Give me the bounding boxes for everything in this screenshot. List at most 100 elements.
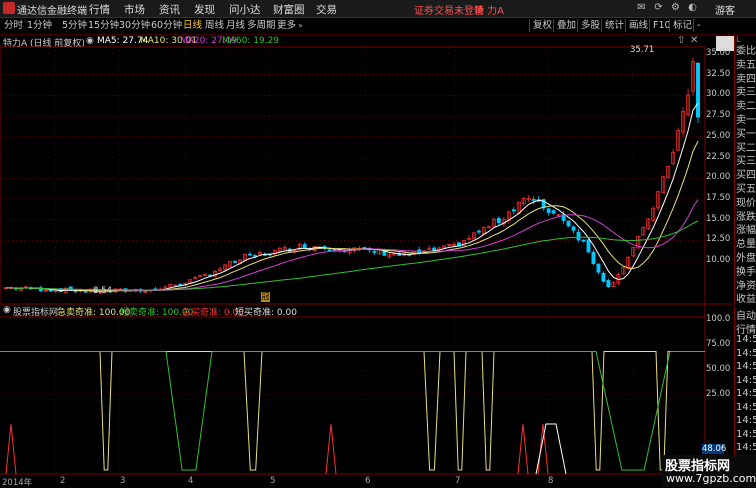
buy-signal-spike bbox=[5, 423, 17, 475]
quote-field-label: 换手 bbox=[736, 266, 756, 278]
period-tab[interactable]: 15分钟 bbox=[87, 19, 120, 32]
candle-body bbox=[546, 208, 551, 213]
buy-signal-spike bbox=[325, 423, 337, 475]
mail-icon[interactable]: ✉ bbox=[635, 1, 648, 14]
period-tab[interactable]: 5分钟 bbox=[61, 19, 88, 32]
buy-signal-spike bbox=[537, 423, 549, 475]
ma20-line bbox=[6, 199, 699, 292]
candle-body bbox=[696, 62, 700, 118]
toolbar-button[interactable]: 统计 bbox=[601, 19, 624, 32]
month-label: 5 bbox=[270, 476, 276, 486]
indicator-toggle-icon[interactable]: ◉ bbox=[3, 305, 11, 315]
price-tick-label: 35.00 bbox=[706, 48, 731, 58]
candle-body bbox=[571, 226, 576, 231]
quote-field-label: 买二 bbox=[736, 142, 756, 154]
short-buy-spike bbox=[535, 423, 567, 475]
toolbar-button[interactable]: 画线 bbox=[625, 19, 648, 32]
buy-signal-spike bbox=[517, 423, 529, 475]
toolbar-button[interactable]: - bbox=[693, 19, 700, 32]
signal-spikes bbox=[5, 423, 567, 475]
period-toolbar: 分时 1分钟 5分钟 15分钟 30分钟 60分钟 日线 周线 月线 多周期 更… bbox=[0, 18, 756, 51]
skin-icon[interactable]: ◐ bbox=[686, 1, 699, 14]
toolbar-button[interactable]: F10 bbox=[649, 19, 671, 32]
refresh-icon[interactable]: ⟳ bbox=[652, 1, 665, 14]
candle-body bbox=[327, 249, 332, 252]
period-tab[interactable]: 月线 bbox=[225, 19, 246, 32]
menu-discover[interactable]: 发现 bbox=[194, 2, 215, 17]
period-tab[interactable]: 多周期 bbox=[246, 19, 277, 32]
short-sell-line bbox=[0, 350, 705, 471]
indicator-name[interactable]: 股票指标网 bbox=[13, 305, 58, 318]
kline-chart[interactable] bbox=[0, 34, 734, 475]
toolbar-button[interactable]: 复权 bbox=[529, 19, 552, 32]
month-label: 3 bbox=[120, 476, 126, 486]
candle-body bbox=[511, 209, 516, 212]
candle-body bbox=[178, 283, 183, 286]
tick-panel: 自动 行情 14:5 14:5 14:5 14:5 14:5 14:5 14:5 14:5 14:5… bbox=[734, 305, 756, 467]
ma10-line bbox=[6, 140, 699, 292]
candle-body bbox=[476, 230, 481, 233]
candle-body bbox=[252, 255, 257, 257]
settings-icon[interactable]: ⚙ bbox=[669, 1, 682, 14]
indicator-tick-label: 50.00 bbox=[706, 364, 731, 374]
toolbar-button[interactable]: 叠加 bbox=[553, 19, 576, 32]
app-name: 通达信金融终端 bbox=[17, 6, 87, 17]
indicator-lines bbox=[0, 350, 705, 471]
period-tab[interactable]: 30分钟 bbox=[118, 19, 151, 32]
period-tab-active[interactable]: 日线 bbox=[182, 19, 203, 32]
candle-body bbox=[601, 272, 606, 282]
quote-field-label: 卖二 bbox=[736, 101, 756, 113]
quote-field-label: 卖四 bbox=[736, 73, 756, 85]
candle-body bbox=[342, 250, 347, 253]
price-tick-label: 12.50 bbox=[706, 234, 731, 245]
candles bbox=[4, 57, 700, 295]
current-stock: 特 力A bbox=[474, 6, 505, 17]
guest-label[interactable]: 游客 bbox=[715, 2, 735, 17]
candle-body bbox=[576, 231, 581, 241]
candle-body bbox=[496, 218, 501, 223]
month-label: 2 bbox=[60, 476, 66, 486]
quote-field-label: 净资 bbox=[736, 280, 756, 292]
candle-body bbox=[247, 253, 252, 256]
menu-assistant[interactable]: 问小达 bbox=[229, 2, 261, 17]
price-tick-label: 27.50 bbox=[706, 110, 731, 121]
menu-quotes[interactable]: 行情 bbox=[89, 2, 110, 17]
quote-panel: L 委比 卖五 卖四 卖三 卖二 卖一 买一 买二 买三 买四 买五 现价 涨跌 涨幅 总量 外盘 换手 净资 收益 bbox=[734, 35, 756, 305]
candle-body bbox=[531, 199, 536, 201]
menu-wealth[interactable]: 财富圈 bbox=[273, 2, 305, 17]
price-tick-label: 20.00 bbox=[706, 172, 731, 183]
event-marker-icon[interactable]: 冠 bbox=[261, 292, 270, 302]
candle-body bbox=[83, 290, 88, 293]
quote-field-label: 委比 bbox=[736, 46, 756, 57]
quote-field-label: 总量 bbox=[736, 239, 756, 251]
more-arrow-icon[interactable]: » bbox=[298, 21, 303, 30]
period-tab[interactable]: 60分钟 bbox=[150, 19, 183, 32]
candle-body bbox=[233, 260, 237, 263]
menu-trade[interactable]: 交易 bbox=[316, 2, 337, 17]
price-tick-label: 17.50 bbox=[706, 192, 731, 203]
toolbar-button[interactable]: 标记 bbox=[669, 19, 692, 32]
menu-news[interactable]: 资讯 bbox=[159, 2, 180, 17]
month-label: 2014年 bbox=[2, 478, 33, 488]
indicator-tick-label: 100.0 bbox=[706, 314, 731, 324]
month-label: 6 bbox=[365, 476, 371, 486]
price-tick-label: 22.50 bbox=[706, 151, 731, 162]
period-tab[interactable]: 1分钟 bbox=[26, 19, 53, 32]
quote-field-label: 涨跌 bbox=[736, 211, 756, 223]
quote-field-label: 现价 bbox=[736, 197, 756, 209]
tick-time: 14:5 bbox=[736, 401, 756, 413]
high-price-marker: 35.71 bbox=[630, 45, 655, 55]
quote-field-label: 卖五 bbox=[736, 59, 756, 71]
indicator-current-value: 48.06 bbox=[702, 444, 727, 454]
toolbar-button[interactable]: 多股 bbox=[577, 19, 600, 32]
period-tab[interactable]: 分时 bbox=[3, 19, 24, 32]
price-tick-label: 15.00 bbox=[706, 213, 731, 224]
period-tab[interactable]: 周线 bbox=[204, 19, 225, 32]
price-tick-label: 30.00 bbox=[706, 89, 731, 100]
watermark-url: www.7gpzb.com bbox=[666, 472, 756, 485]
quote-field-label: 外盘 bbox=[736, 253, 756, 264]
price-tick-label: 10.00 bbox=[706, 255, 731, 265]
menu-market[interactable]: 市场 bbox=[124, 2, 145, 17]
period-tab[interactable]: 更多 bbox=[276, 19, 297, 32]
app-logo-icon bbox=[3, 2, 15, 14]
